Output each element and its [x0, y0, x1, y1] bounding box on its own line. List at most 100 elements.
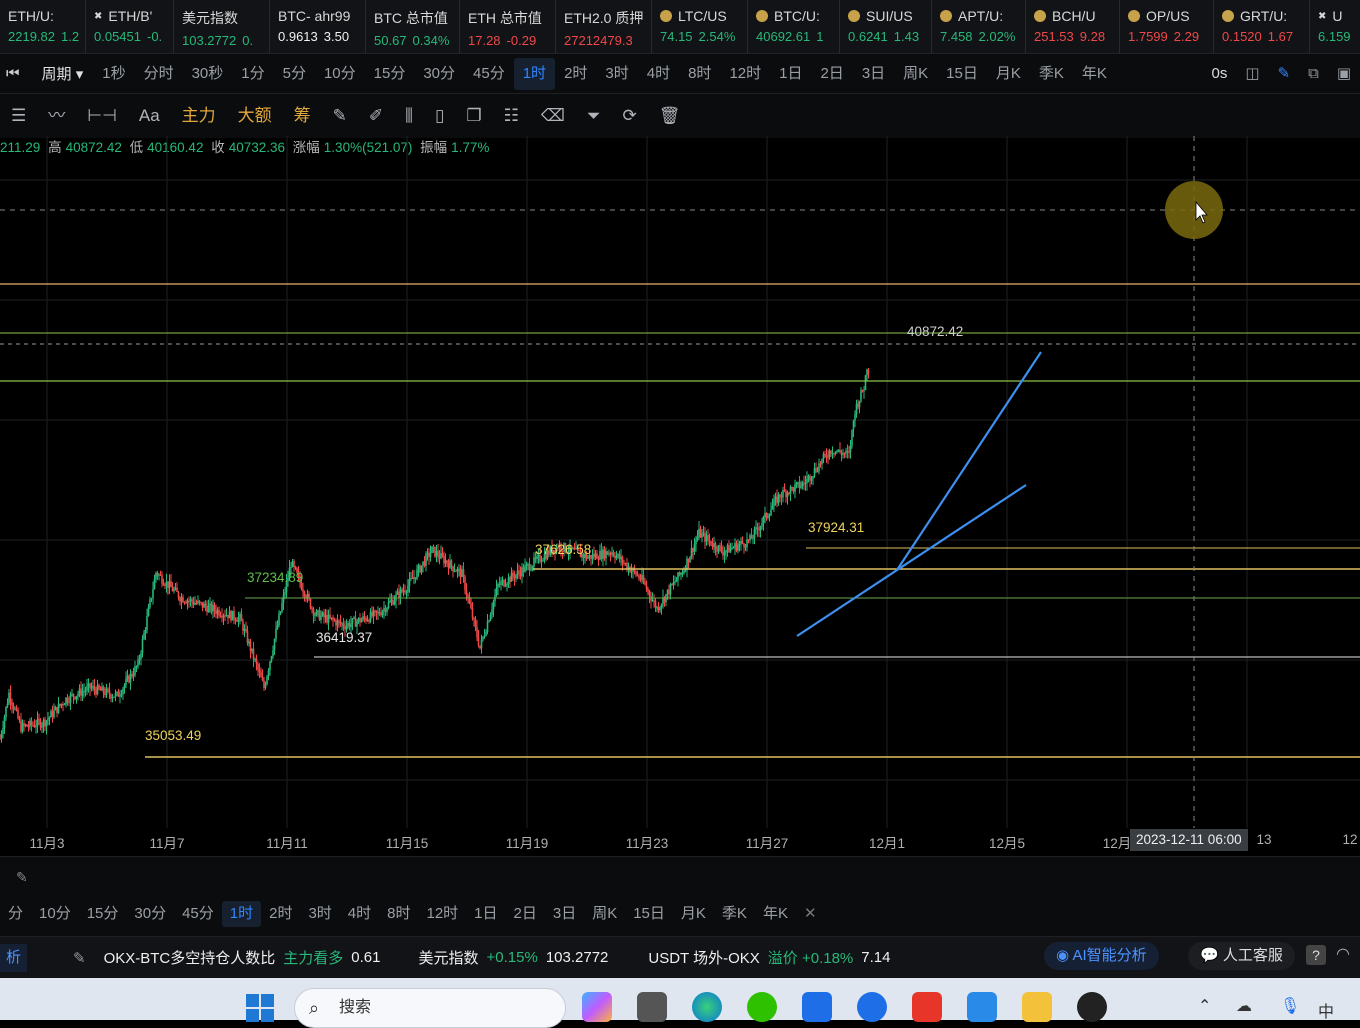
- sub-period-item[interactable]: 15日: [625, 901, 673, 927]
- ai-analysis-button[interactable]: ◉ AI智能分析: [1044, 942, 1159, 970]
- period-item[interactable]: 2时: [555, 58, 596, 90]
- sub-period-item[interactable]: 3日: [545, 901, 584, 927]
- analysis-tab[interactable]: 析: [0, 943, 28, 972]
- sub-period-item[interactable]: 12时: [418, 901, 466, 927]
- start-icon[interactable]: [246, 994, 274, 1022]
- sub-period-item[interactable]: 15分: [79, 901, 127, 927]
- period-item[interactable]: 周K: [894, 58, 937, 90]
- back-icon[interactable]: ⏮: [0, 58, 26, 90]
- customer-service-button[interactable]: 💬 人工客服: [1188, 942, 1295, 970]
- wps-icon[interactable]: [912, 992, 942, 1022]
- sub-period-item[interactable]: 年K: [755, 901, 796, 927]
- candlestick-chart[interactable]: 40872.42 37924.31 37626.58 37234.89 36419.37…: [0, 136, 1360, 828]
- ticker-item[interactable]: BTC/U: 40692.61 1: [748, 0, 840, 53]
- trash-left-icon[interactable]: ▯: [424, 99, 455, 133]
- period-item[interactable]: 15日: [937, 58, 987, 90]
- ticker-item[interactable]: ETH2.0 质押 27212479.3: [556, 0, 652, 53]
- sub-period-item[interactable]: 季K: [714, 901, 755, 927]
- period-item[interactable]: 月K: [987, 58, 1030, 90]
- period-item[interactable]: 30秒: [183, 58, 233, 90]
- period-item[interactable]: 4时: [638, 58, 679, 90]
- period-item[interactable]: 15分: [365, 58, 415, 90]
- ime-indicator[interactable]: 中: [1318, 998, 1334, 1022]
- ticker-item[interactable]: BTC- ahr99 0.9613 3.50: [270, 0, 366, 53]
- ticker-item[interactable]: ETH/U: 2219.82 1.2: [0, 0, 86, 53]
- sub-period-item[interactable]: 2日: [506, 901, 545, 927]
- menu-icon[interactable]: ☰: [0, 99, 37, 133]
- files-icon[interactable]: [967, 992, 997, 1022]
- ticker-item[interactable]: APT/U: 7.458 2.02%: [932, 0, 1026, 53]
- period-item[interactable]: 1时: [513, 57, 556, 90]
- period-item[interactable]: 年K: [1073, 58, 1116, 90]
- sub-period-item[interactable]: 2时: [261, 901, 300, 927]
- refresh-icon[interactable]: ⟳: [612, 99, 648, 133]
- large-order-button[interactable]: 大额: [227, 99, 283, 133]
- window-icon[interactable]: ⧉: [1299, 58, 1328, 90]
- folder-icon[interactable]: [1022, 992, 1052, 1022]
- ticker-item[interactable]: ✖ U 6.159: [1310, 0, 1360, 53]
- edit-list-icon[interactable]: ☷: [493, 99, 530, 133]
- pencil-icon[interactable]: ✎: [73, 949, 86, 967]
- copy-icon[interactable]: ❐: [455, 99, 492, 133]
- screenshot-icon[interactable]: ▣: [1328, 58, 1360, 90]
- sub-period-item[interactable]: 8时: [379, 901, 418, 927]
- wechat-icon[interactable]: [747, 992, 777, 1022]
- measure-icon[interactable]: ⊢⊣: [76, 99, 128, 133]
- feishu-icon[interactable]: [802, 992, 832, 1022]
- ticker-item[interactable]: SUI/US 0.6241 1.43: [840, 0, 932, 53]
- sub-period-item[interactable]: 分: [0, 901, 31, 927]
- ticker-item[interactable]: BTC 总市值 50.67 0.34%: [366, 0, 460, 53]
- sub-period-item[interactable]: 4时: [340, 901, 379, 927]
- cloud-icon[interactable]: ☁: [1236, 996, 1252, 1016]
- ticker-item[interactable]: LTC/US 74.15 2.54%: [652, 0, 748, 53]
- tray-chevron-icon[interactable]: ⌃: [1198, 996, 1211, 1016]
- edge-icon[interactable]: [692, 992, 722, 1022]
- brush-icon[interactable]: ✐: [358, 99, 394, 133]
- edit-icon[interactable]: ✎: [16, 869, 28, 886]
- main-force-button[interactable]: 主力: [171, 99, 227, 133]
- pen-icon[interactable]: ✎: [1269, 58, 1300, 90]
- font-button[interactable]: Aa: [128, 99, 171, 133]
- period-dropdown[interactable]: 周期 ▾: [26, 63, 94, 84]
- ticker-item[interactable]: GRT/U: 0.1520 1.67: [1214, 0, 1310, 53]
- record-icon[interactable]: [1077, 992, 1107, 1022]
- close-icon[interactable]: ✕: [796, 901, 825, 927]
- period-item[interactable]: 1日: [770, 58, 811, 90]
- chips-button[interactable]: 筹: [283, 99, 322, 133]
- candles-icon[interactable]: ⫼: [394, 99, 424, 133]
- sub-period-item[interactable]: 30分: [126, 901, 174, 927]
- pencil-icon[interactable]: ✎: [322, 99, 358, 133]
- sub-period-item[interactable]: 周K: [584, 901, 625, 927]
- camera-icon[interactable]: ◫: [1236, 58, 1268, 90]
- period-item[interactable]: 1秒: [93, 58, 134, 90]
- taskview-icon[interactable]: [637, 992, 667, 1022]
- ticker-item[interactable]: BCH/U 251.53 9.28: [1026, 0, 1120, 53]
- sub-period-item[interactable]: 45分: [174, 901, 222, 927]
- period-item[interactable]: 12时: [720, 58, 770, 90]
- sub-period-item[interactable]: 10分: [31, 901, 79, 927]
- period-item[interactable]: 45分: [464, 58, 514, 90]
- ticker-item[interactable]: ETH 总市值 17.28 -0.29: [460, 0, 556, 53]
- period-item[interactable]: 3日: [853, 58, 894, 90]
- help-icon[interactable]: ?: [1306, 945, 1326, 965]
- period-item[interactable]: 30分: [414, 58, 464, 90]
- taskbar-search[interactable]: ⌕ 搜索: [294, 988, 566, 1028]
- delete-icon[interactable]: 🗑: [648, 99, 692, 133]
- ticker-item[interactable]: 美元指数 103.2772 0.: [174, 0, 270, 53]
- period-item[interactable]: 5分: [274, 58, 315, 90]
- sub-period-item[interactable]: 1日: [466, 901, 505, 927]
- ticker-item[interactable]: OP/US 1.7599 2.29: [1120, 0, 1214, 53]
- period-item[interactable]: 3时: [596, 58, 637, 90]
- sub-period-item[interactable]: 3时: [300, 901, 339, 927]
- okx-app-icon[interactable]: [857, 992, 887, 1022]
- period-item[interactable]: 1分: [232, 58, 273, 90]
- filter-icon[interactable]: ⏷: [576, 99, 612, 133]
- period-item[interactable]: 季K: [1030, 58, 1073, 90]
- period-item[interactable]: 2日: [811, 58, 852, 90]
- ticker-item[interactable]: ✖ ETH/B' 0.05451 -0.: [86, 0, 174, 53]
- sub-period-item[interactable]: 1时: [221, 901, 262, 927]
- period-item[interactable]: 10分: [315, 58, 365, 90]
- indicator-icon[interactable]: 〰: [37, 99, 76, 133]
- eraser-icon[interactable]: ⌫: [530, 99, 576, 133]
- period-item[interactable]: 8时: [679, 58, 720, 90]
